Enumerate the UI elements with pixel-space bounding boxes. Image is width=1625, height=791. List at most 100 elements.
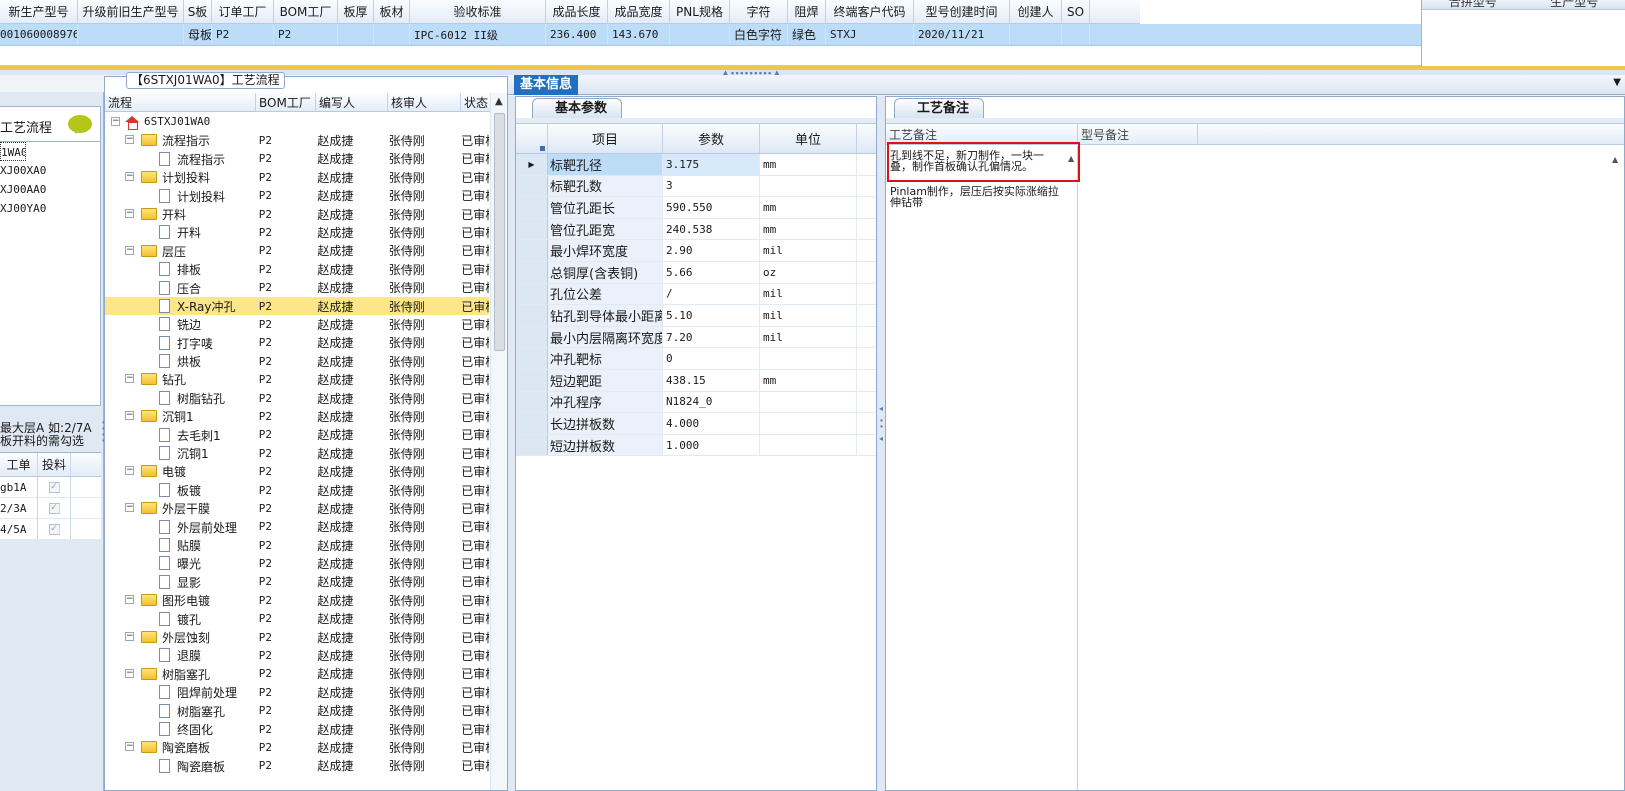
- order-grid-column-header[interactable]: S板: [184, 0, 212, 23]
- tree-row[interactable]: 板镀 P2 赵成捷 张侍刚 已审核: [105, 481, 489, 499]
- order-grid-cell[interactable]: 2020/11/21: [914, 24, 1010, 45]
- process-list-item[interactable]: 1WA0: [0, 142, 26, 161]
- param-row[interactable]: 最小焊环宽度 2.90 mil: [516, 240, 876, 262]
- production-model-column[interactable]: 生产型号: [1524, 0, 1625, 9]
- order-grid-column-header[interactable]: 板材: [374, 0, 410, 23]
- tree-row[interactable]: 树脂钻孔 P2 赵成捷 张侍刚 已审核: [105, 389, 489, 407]
- param-item-cell[interactable]: 管位孔距长: [548, 197, 663, 218]
- scroll-up-icon[interactable]: ▲: [495, 96, 503, 107]
- process-memo-cell[interactable]: 孔到线不足，新刀制作，一块一叠，制作首板确认孔偏情况。 Pinlam制作，层压后…: [886, 146, 1078, 790]
- order-grid-column-header[interactable]: 终端客户代码: [826, 0, 914, 23]
- order-grid-column-header[interactable]: 创建人: [1010, 0, 1062, 23]
- feed-column[interactable]: 投料: [38, 453, 71, 476]
- item-column[interactable]: 项目: [548, 124, 663, 153]
- tree-node[interactable]: 镀孔: [105, 610, 254, 628]
- param-unit-cell[interactable]: oz: [760, 261, 857, 283]
- feed-cell[interactable]: ✓: [38, 477, 71, 497]
- tree-node[interactable]: 外层前处理: [105, 518, 254, 536]
- tree-row-root[interactable]: − 6STXJ01WA0: [105, 113, 489, 131]
- collapse-icon[interactable]: −: [125, 631, 134, 641]
- tree-node[interactable]: − 开料: [105, 205, 254, 223]
- process-list-item[interactable]: XJ00AA0: [0, 180, 101, 199]
- param-item-cell[interactable]: 标靶孔数: [548, 175, 663, 197]
- order-grid-cell[interactable]: P2: [274, 24, 338, 45]
- order-grid-column-header[interactable]: 阻焊: [788, 0, 826, 23]
- tree-node[interactable]: 排板: [105, 260, 254, 278]
- param-item-cell[interactable]: 管位孔距宽: [548, 218, 663, 240]
- param-value-cell[interactable]: 0: [663, 348, 760, 369]
- tree-row[interactable]: − 层压 P2 赵成捷 张侍刚 已审核: [105, 242, 489, 260]
- order-grid-column-header[interactable]: BOM工厂: [274, 0, 338, 23]
- tree-node[interactable]: 开料: [105, 223, 254, 241]
- param-value-cell[interactable]: 240.538: [663, 218, 760, 240]
- feed-checkbox[interactable]: ✓: [48, 481, 60, 493]
- tree-node[interactable]: 树脂塞孔: [105, 702, 254, 720]
- param-value-cell[interactable]: 7.20: [663, 326, 760, 348]
- row-indicator[interactable]: [516, 413, 548, 434]
- tree-node[interactable]: − 外层蚀刻: [105, 628, 254, 646]
- param-column[interactable]: 参数: [663, 124, 760, 153]
- order-grid-cell[interactable]: [78, 24, 184, 45]
- collapse-icon[interactable]: −: [125, 742, 134, 752]
- tree-row[interactable]: 树脂塞孔 P2 赵成捷 张侍刚 已审核: [105, 702, 489, 720]
- param-unit-cell[interactable]: mil: [760, 305, 857, 326]
- tree-node[interactable]: 板镀: [105, 481, 254, 499]
- tree-node[interactable]: 沉铜1: [105, 444, 254, 462]
- tree-node[interactable]: − 钻孔: [105, 370, 254, 388]
- row-indicator[interactable]: [516, 369, 548, 391]
- row-indicator[interactable]: [516, 261, 548, 283]
- param-value-cell[interactable]: 1.000: [663, 434, 760, 456]
- feed-cell[interactable]: ✓: [38, 519, 71, 539]
- tree-row[interactable]: 退膜 P2 赵成捷 张侍刚 已审核: [105, 646, 489, 664]
- tree-row[interactable]: 去毛刺1 P2 赵成捷 张侍刚 已审核: [105, 426, 489, 444]
- tree-node[interactable]: 流程指示: [105, 150, 254, 168]
- scroll-thumb[interactable]: [494, 113, 505, 351]
- work-order-row[interactable]: 4/5A ✓: [0, 519, 101, 540]
- process-memo-column[interactable]: 工艺备注: [886, 124, 1078, 144]
- work-order-row[interactable]: 2/3A ✓: [0, 498, 101, 519]
- param-value-cell[interactable]: 3: [663, 175, 760, 197]
- param-row[interactable]: 管位孔距长 590.550 mm: [516, 197, 876, 219]
- tree-node[interactable]: 陶瓷磨板: [105, 757, 254, 775]
- tree-row[interactable]: 铣边 P2 赵成捷 张侍刚 已审核: [105, 315, 489, 333]
- tree-row[interactable]: − 计划投料 P2 赵成捷 张侍刚 已审核: [105, 168, 489, 186]
- tree-row[interactable]: − 电镀 P2 赵成捷 张侍刚 已审核: [105, 462, 489, 480]
- work-order-cell[interactable]: 2/3A: [0, 498, 38, 518]
- work-order-cell[interactable]: gb1A: [0, 477, 38, 497]
- order-grid-column-header[interactable]: 成品宽度: [608, 0, 670, 23]
- tree-row[interactable]: 显影 P2 赵成捷 张侍刚 已审核: [105, 573, 489, 591]
- collapse-icon[interactable]: −: [125, 411, 134, 421]
- reviewer-column[interactable]: 核审人: [388, 93, 461, 111]
- tree-node[interactable]: 压合: [105, 279, 254, 297]
- collapse-icon[interactable]: −: [125, 374, 134, 384]
- param-item-cell[interactable]: 标靶孔径: [548, 154, 663, 175]
- param-row[interactable]: 冲孔程序 N1824_0: [516, 391, 876, 414]
- param-item-cell[interactable]: 孔位公差: [548, 283, 663, 305]
- param-item-cell[interactable]: 最小焊环宽度: [548, 240, 663, 261]
- order-grid-cell[interactable]: 236.400: [546, 24, 608, 45]
- param-value-cell[interactable]: N1824_0: [663, 391, 760, 413]
- param-row[interactable]: 短边拼板数 1.000: [516, 434, 876, 457]
- param-unit-cell[interactable]: mm: [760, 154, 857, 175]
- param-unit-cell[interactable]: mm: [760, 218, 857, 240]
- author-column[interactable]: 编写人: [316, 93, 388, 111]
- tree-node[interactable]: − 流程指示: [105, 131, 254, 149]
- order-grid-column-header[interactable]: 订单工厂: [212, 0, 274, 23]
- feed-checkbox[interactable]: ✓: [48, 502, 60, 514]
- param-item-cell[interactable]: 冲孔靶标: [548, 348, 663, 369]
- tree-node[interactable]: 打字唛: [105, 334, 254, 352]
- work-order-cell[interactable]: 4/5A: [0, 519, 38, 539]
- row-indicator[interactable]: [516, 305, 548, 326]
- process-list-item[interactable]: XJ00XA0: [0, 161, 101, 180]
- model-memo-column[interactable]: 型号备注: [1078, 124, 1198, 144]
- tree-row[interactable]: − 流程指示 P2 赵成捷 张侍刚 已审核: [105, 131, 489, 149]
- tree-row[interactable]: − 沉铜1 P2 赵成捷 张侍刚 已审核: [105, 407, 489, 425]
- collapse-icon[interactable]: −: [125, 668, 134, 678]
- param-row[interactable]: 冲孔靶标 0: [516, 348, 876, 370]
- tree-row[interactable]: 排板 P2 赵成捷 张侍刚 已审核: [105, 260, 489, 278]
- tree-row[interactable]: 流程指示 P2 赵成捷 张侍刚 已审核: [105, 150, 489, 168]
- tree-row[interactable]: − 树脂塞孔 P2 赵成捷 张侍刚 已审核: [105, 665, 489, 683]
- row-indicator[interactable]: [516, 434, 548, 456]
- tree-row[interactable]: X-Ray冲孔 P2 赵成捷 张侍刚 已审核: [105, 296, 489, 316]
- tree-node[interactable]: 显影: [105, 573, 254, 591]
